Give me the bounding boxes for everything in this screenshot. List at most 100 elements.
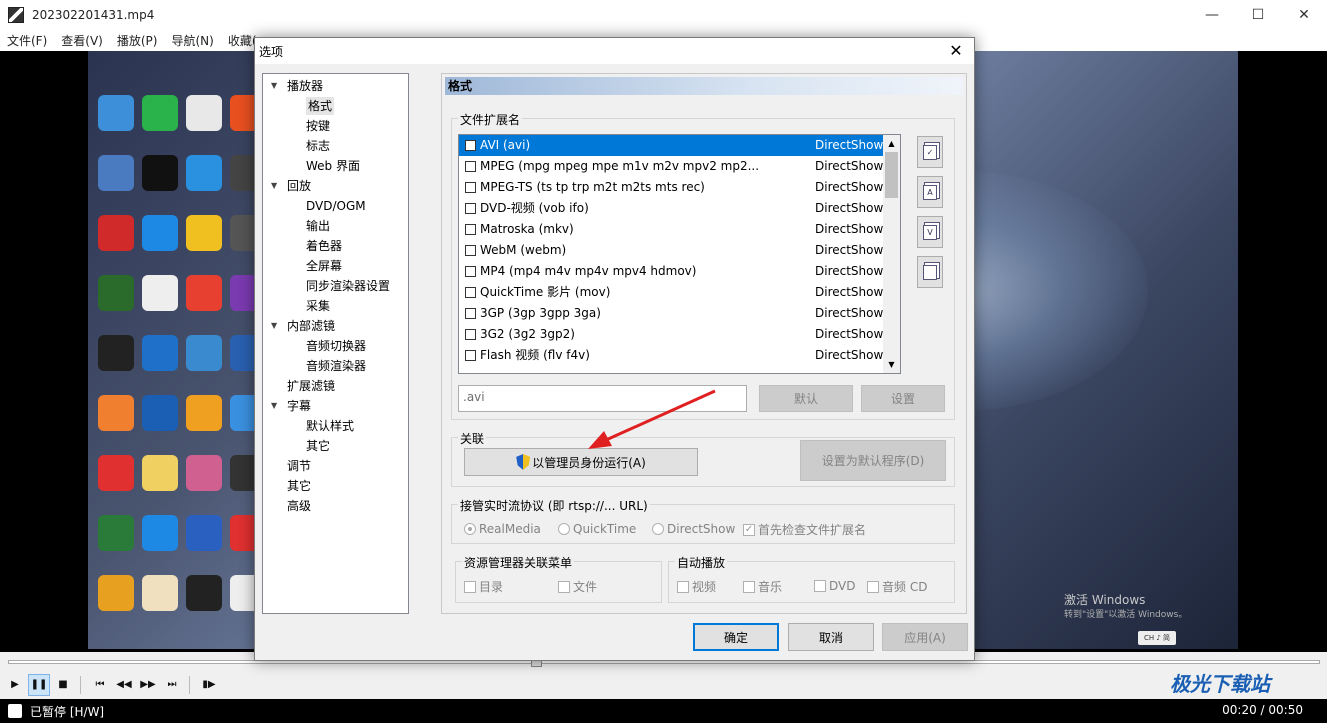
list-scrollbar[interactable]: ▲ ▼ <box>883 135 900 373</box>
minimize-button[interactable]: — <box>1189 0 1235 30</box>
dialog-title: 选项 <box>259 45 284 59</box>
explorer-folder-checkbox[interactable]: 目录 <box>464 578 503 595</box>
dialog-close-button[interactable]: ✕ <box>944 40 968 62</box>
tree-expander-icon[interactable]: ▼ <box>271 397 281 415</box>
autoplay-dvd-checkbox[interactable]: DVD <box>814 578 855 593</box>
tree-item[interactable]: 其它 <box>306 437 330 455</box>
tree-item[interactable]: 字幕 <box>287 397 311 415</box>
check-all-button[interactable]: ✓ <box>917 136 943 168</box>
tree-item[interactable]: 内部滤镜 <box>287 317 335 335</box>
tree-item[interactable]: 全屏幕 <box>306 257 342 275</box>
extension-checkbox[interactable] <box>465 182 476 193</box>
extension-list[interactable]: AVI (avi) DirectShow MPEG (mpg mpeg mpe m1… <box>458 134 901 374</box>
scroll-thumb[interactable] <box>885 152 898 198</box>
autoplay-music-checkbox[interactable]: 音乐 <box>743 578 782 595</box>
menu-play[interactable]: 播放(P) <box>110 32 165 49</box>
extension-row[interactable]: Matroska (mkv) DirectShow <box>459 219 885 240</box>
group-label: 关联 <box>458 430 487 447</box>
tree-expander-icon[interactable]: ▼ <box>271 77 281 95</box>
extension-row[interactable]: 3GP (3gp 3gpp 3ga) DirectShow <box>459 303 885 324</box>
tree-item[interactable]: 扩展滤镜 <box>287 377 335 395</box>
tree-item[interactable]: 调节 <box>287 457 311 475</box>
extension-name: WebM (webm) <box>480 243 567 257</box>
menu-navigate[interactable]: 导航(N) <box>164 32 220 49</box>
skip-forward-icon[interactable]: ⏭ <box>161 674 183 696</box>
tree-item[interactable]: 着色器 <box>306 237 342 255</box>
scroll-down-icon[interactable]: ▼ <box>883 356 900 373</box>
stop-icon[interactable]: ■ <box>52 674 74 696</box>
tree-item[interactable]: 播放器 <box>287 77 323 95</box>
autoplay-audio-cd-checkbox[interactable]: 音频 CD <box>867 578 927 595</box>
autoplay-video-checkbox[interactable]: 视频 <box>677 578 716 595</box>
rtsp-check-ext-checkbox[interactable]: ✓ 首先检查文件扩展名 <box>743 521 866 538</box>
extension-row[interactable]: MPEG-TS (ts tp trp m2t m2ts mts rec) Dire… <box>459 177 885 198</box>
check-video-button[interactable]: V <box>917 216 943 248</box>
desktop-icon <box>186 335 222 371</box>
run-as-admin-button[interactable]: 以管理员身份运行(A) <box>464 448 698 476</box>
extension-checkbox[interactable] <box>465 203 476 214</box>
fast-forward-icon[interactable]: ▶▶ <box>137 674 159 696</box>
tree-expander-icon[interactable]: ▼ <box>271 177 281 195</box>
tree-expander-icon[interactable]: ▼ <box>271 317 281 335</box>
rtsp-directshow-radio[interactable]: DirectShow <box>652 521 735 536</box>
tree-item[interactable]: 音频切换器 <box>306 337 366 355</box>
extension-row[interactable]: Flash 视频 (flv f4v) DirectShow <box>459 345 885 366</box>
play-icon[interactable]: ▶ <box>4 674 26 696</box>
format-page: 格式 文件扩展名 AVI (avi) DirectShow MPEG (mpg mp… <box>441 73 967 614</box>
menu-file[interactable]: 文件(F) <box>0 32 54 49</box>
extension-row[interactable]: AVI (avi) DirectShow <box>459 135 885 156</box>
extension-checkbox[interactable] <box>465 140 476 151</box>
status-icon <box>8 704 22 718</box>
extension-checkbox[interactable] <box>465 287 476 298</box>
extension-checkbox[interactable] <box>465 308 476 319</box>
pause-icon[interactable]: ❚❚ <box>28 673 50 696</box>
skip-back-icon[interactable]: ⏮ <box>89 674 111 696</box>
explorer-file-checkbox[interactable]: 文件 <box>558 578 597 595</box>
extension-row[interactable]: MPEG (mpg mpeg mpe m1v m2v mpv2 mp2... Di… <box>459 156 885 177</box>
extension-row[interactable]: MP4 (mp4 m4v mp4v mpv4 hdmov) DirectShow <box>459 261 885 282</box>
tree-item[interactable]: 回放 <box>287 177 311 195</box>
extension-checkbox[interactable] <box>465 350 476 361</box>
frame-step-icon[interactable]: ▮▶ <box>198 674 220 696</box>
tree-item[interactable]: 按键 <box>306 117 330 135</box>
tree-item[interactable]: 格式 <box>306 97 335 115</box>
uncheck-all-button[interactable] <box>917 256 943 288</box>
extension-row[interactable]: 3G2 (3g2 3gp2) DirectShow <box>459 324 885 345</box>
extension-row[interactable]: DVD-视频 (vob ifo) DirectShow <box>459 198 885 219</box>
tree-item[interactable]: 标志 <box>306 137 330 155</box>
check-audio-button[interactable]: A <box>917 176 943 208</box>
extension-checkbox[interactable] <box>465 161 476 172</box>
tree-item[interactable]: Web 界面 <box>306 157 360 175</box>
tree-item[interactable]: 同步渲染器设置 <box>306 277 390 295</box>
set-default-program-button[interactable]: 设置为默认程序(D) <box>800 440 946 481</box>
check-all-icon: ✓ <box>923 144 937 160</box>
tree-item[interactable]: 音频渲染器 <box>306 357 366 375</box>
maximize-button[interactable]: ☐ <box>1235 0 1281 30</box>
extension-checkbox[interactable] <box>465 224 476 235</box>
rtsp-realmedia-radio[interactable]: RealMedia <box>464 521 541 536</box>
ok-button[interactable]: 确定 <box>693 623 779 651</box>
extension-row[interactable]: WebM (webm) DirectShow <box>459 240 885 261</box>
tree-item[interactable]: DVD/OGM <box>306 197 366 215</box>
apply-button[interactable]: 应用(A) <box>882 623 968 651</box>
extension-checkbox[interactable] <box>465 266 476 277</box>
extension-checkbox[interactable] <box>465 329 476 340</box>
cancel-button[interactable]: 取消 <box>788 623 874 651</box>
scroll-up-icon[interactable]: ▲ <box>883 135 900 152</box>
tree-item[interactable]: 其它 <box>287 477 311 495</box>
tree-item[interactable]: 采集 <box>306 297 330 315</box>
menu-view[interactable]: 查看(V) <box>54 32 110 49</box>
rtsp-quicktime-radio[interactable]: QuickTime <box>558 521 636 536</box>
tree-item[interactable]: 默认样式 <box>306 417 354 435</box>
tree-item[interactable]: 输出 <box>306 217 330 235</box>
rewind-icon[interactable]: ◀◀ <box>113 674 135 696</box>
extension-checkbox[interactable] <box>465 245 476 256</box>
activate-windows-text: 激活 Windows <box>1064 593 1146 607</box>
settings-button[interactable]: 设置 <box>861 385 945 412</box>
default-button[interactable]: 默认 <box>759 385 853 412</box>
extension-row[interactable]: QuickTime 影片 (mov) DirectShow <box>459 282 885 303</box>
extension-input[interactable]: .avi <box>458 385 747 412</box>
desktop-icon <box>142 395 178 431</box>
close-button[interactable]: ✕ <box>1281 0 1327 30</box>
tree-item[interactable]: 高级 <box>287 497 311 515</box>
